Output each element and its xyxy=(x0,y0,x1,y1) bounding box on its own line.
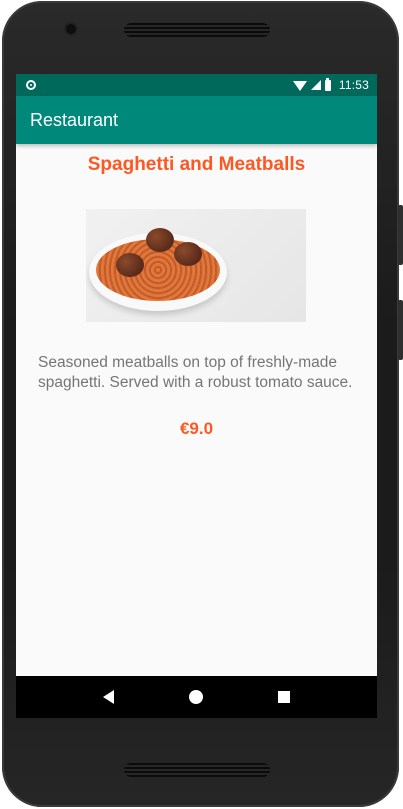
phone-device-frame: 11:53 Restaurant Spaghetti and Meatballs… xyxy=(0,0,403,809)
power-button xyxy=(398,300,403,360)
app-title: Restaurant xyxy=(30,109,119,130)
front-camera xyxy=(66,24,76,34)
volume-button xyxy=(398,205,403,265)
dish-image xyxy=(86,209,306,322)
top-speaker-grille xyxy=(124,23,270,37)
dish-price: €9.0 xyxy=(179,419,214,438)
screen: 11:53 Restaurant Spaghetti and Meatballs… xyxy=(16,74,377,718)
notification-icon xyxy=(26,80,36,90)
signal-icon xyxy=(310,80,321,90)
meatball xyxy=(174,242,202,266)
status-bar: 11:53 xyxy=(16,74,377,96)
home-icon[interactable] xyxy=(188,690,203,704)
bottom-speaker-grille xyxy=(124,763,270,777)
back-icon[interactable] xyxy=(103,690,115,704)
battery-icon xyxy=(324,77,331,91)
meatball xyxy=(116,253,144,277)
app-bar: Restaurant xyxy=(16,96,377,144)
dish-detail: Spaghetti and Meatballs Seasoned meatbal… xyxy=(16,144,377,674)
wifi-icon xyxy=(292,80,307,91)
dish-description: Seasoned meatballs on top of freshly-mad… xyxy=(38,354,353,391)
meatball xyxy=(146,228,174,252)
recents-icon[interactable] xyxy=(277,691,290,703)
dish-title: Spaghetti and Meatballs xyxy=(87,154,306,175)
status-time: 11:53 xyxy=(338,78,369,92)
navigation-bar xyxy=(16,676,377,718)
